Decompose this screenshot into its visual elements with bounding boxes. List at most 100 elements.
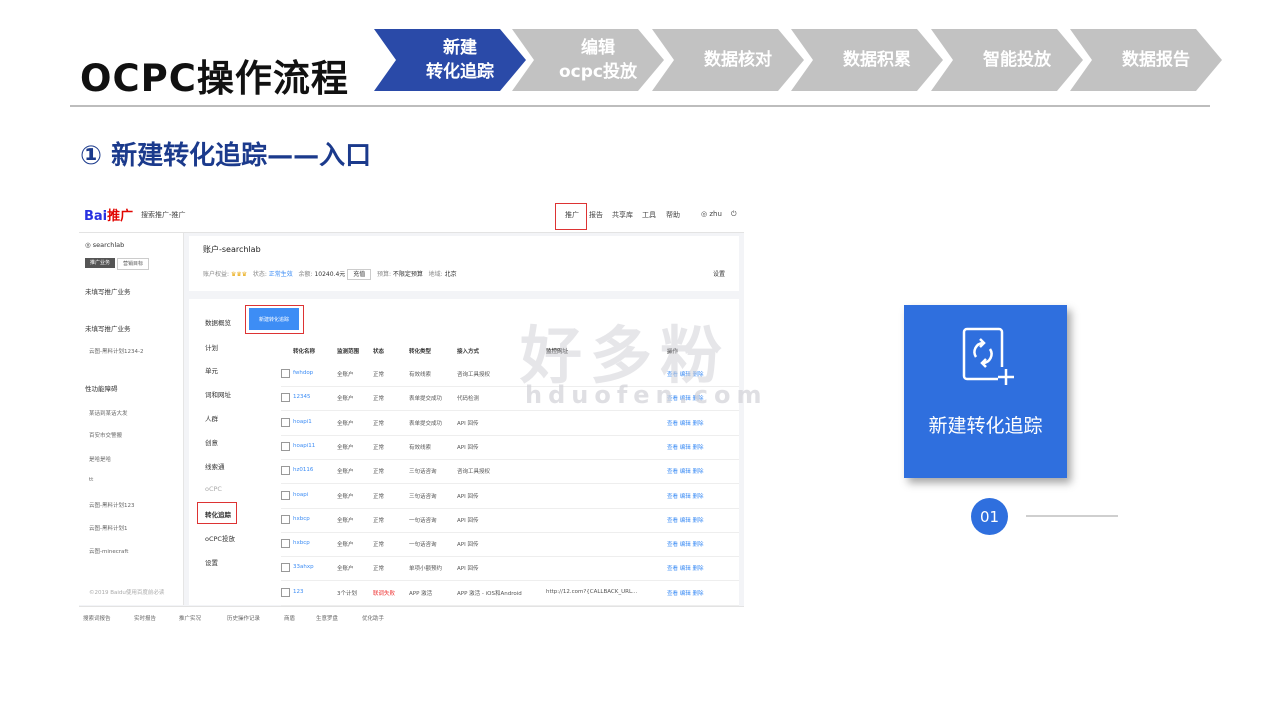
cell-name[interactable]: hxbcp [293,540,310,546]
row-checkbox[interactable] [281,587,290,597]
cell-ops[interactable]: 查看 编辑 删除 [667,419,704,427]
cell-type: 有效线索 [409,444,432,451]
baidu-console-screenshot: Bai推广 搜索推广-推广 推广 报告 共享库 工具 帮助 ◎ zhu ⏻ ◎ … [79,196,744,628]
row-checkbox[interactable] [281,369,290,378]
sidebar-item-8[interactable]: 云图-黑料计划123 [89,501,134,509]
sidebar-item-6[interactable]: 是哈是哈 [89,455,111,463]
row-checkbox[interactable] [281,466,290,476]
leftnav-ocpc[interactable]: oCPC [205,485,222,493]
th-type: 转化类型 [409,349,432,355]
power-icon[interactable]: ⏻ [731,210,737,219]
leftnav-plan[interactable]: 计划 [205,342,218,352]
cell-scope: 全账户 [337,444,354,451]
step-5-label: 智能投放 [983,50,1051,70]
cell-ops[interactable]: 查看 编辑 删除 [667,564,704,572]
settings-link[interactable]: 设置 [713,269,725,278]
nav-help[interactable]: 帮助 [666,210,680,220]
cell-name[interactable]: hxbcp [293,516,310,522]
cell-method: API 回传 [457,493,479,500]
cell-ops[interactable]: 查看 编辑 删除 [667,540,704,548]
table-row: 33ahxp 全账户 正常 单项小额预约 API 回传 查看 编辑 删除 [281,556,739,582]
cell-ops[interactable]: 查看 编辑 删除 [667,516,704,524]
sidebar-footer: ©2019 Baidu使用百度前必读 [89,590,165,596]
cell-status: 正常 [373,444,385,451]
leftnav-creative[interactable]: 创意 [205,437,218,447]
cell-name[interactable]: 33ahxp [293,564,314,570]
sidebar-item-9[interactable]: 云图-黑料计划1 [89,524,127,532]
cell-scope: 全账户 [337,566,354,573]
leftnav-ocpc-delivery[interactable]: oCPC投放 [205,533,235,543]
cell-type: 三句话咨询 [409,469,437,476]
leftnav-audience[interactable]: 人群 [205,413,218,423]
console-footer: 搜索词报告 实时报告 推广实况 历史操作记录 商盾 生意罗盘 优化助手 [79,606,744,628]
row-checkbox[interactable] [281,563,290,573]
footer-item-4[interactable]: 商盾 [284,614,295,622]
cell-method: APP 激活 - iOS和Android [457,590,522,597]
badge-line [1026,515,1118,517]
highlight-box-nav [555,203,587,230]
sidebar-item-1[interactable]: 未填写推广业务 [85,323,131,333]
sidebar-item-7[interactable]: tt [89,477,93,483]
footer-item-6[interactable]: 优化助手 [362,614,384,622]
cell-status: 正常 [373,469,385,476]
refresh-plus-icon [962,327,1014,385]
cell-name[interactable]: 123 [293,589,304,595]
leftnav-leads[interactable]: 线索通 [205,461,225,471]
row-checkbox[interactable] [281,490,290,500]
cell-type: 表单提交成功 [409,420,443,427]
sidebar-item-5[interactable]: 百安市交警搬 [89,431,122,439]
sidebar-item-2[interactable]: 云图-黑料计划1234-2 [89,347,143,355]
nav-tools[interactable]: 工具 [642,210,656,220]
cell-scope: 全账户 [337,542,354,549]
console-sidebar: ◎ searchlab 推广业务 营销目标 未填写推广业务 未填写推广业务 云图… [79,233,184,605]
cell-type: 三句话咨询 [409,493,437,500]
footer-item-2[interactable]: 推广实况 [179,614,201,622]
baidu-logo: Bai推广 [84,209,134,224]
nav-report[interactable]: 报告 [589,210,603,220]
cell-ops[interactable]: 查看 编辑 删除 [667,589,704,597]
footer-item-3[interactable]: 历史操作记录 [227,614,260,622]
sidebar-item-4[interactable]: 某话到某话大发 [89,409,128,417]
footer-item-5[interactable]: 生意罗盘 [316,614,338,622]
cell-ops[interactable]: 查看 编辑 删除 [667,467,704,475]
sidebar-item-10[interactable]: 云图-minecraft [89,547,128,555]
row-checkbox[interactable] [281,514,290,524]
cell-name[interactable]: hoapi1 [293,419,312,425]
row-checkbox[interactable] [281,441,290,451]
footer-item-1[interactable]: 实时报告 [134,614,156,622]
step-2: 编辑 ocpc投放 [512,29,664,91]
cell-name[interactable]: fwhdop [293,370,313,376]
leftnav-overview[interactable]: 数据概览 [205,317,231,327]
cell-scope: 全账户 [337,372,354,378]
cell-name[interactable]: hoapi [293,492,308,498]
cell-status: 正常 [373,420,385,427]
user-menu[interactable]: ◎ zhu [701,210,722,218]
leftnav-unit[interactable]: 单元 [205,365,218,375]
tab-marketing[interactable]: 营销目标 [117,258,149,270]
cell-scope: 全账户 [337,469,354,476]
console-topbar: Bai推广 搜索推广-推广 推广 报告 共享库 工具 帮助 ◎ zhu ⏻ [79,196,744,233]
recharge-button[interactable]: 充值 [347,269,372,280]
cell-name[interactable]: hoapi11 [293,443,315,449]
tab-business[interactable]: 推广业务 [85,258,115,268]
cell-type: 单项小额预约 [409,566,443,573]
row-checkbox[interactable] [281,393,290,403]
cell-name[interactable]: hz0116 [293,467,313,473]
account-summary: 账户-searchlab 账户权益: ♛♛♛ 状态: 正常生效 余额: 1024… [189,236,739,291]
leftnav-keywords[interactable]: 词和网址 [205,389,231,399]
sidebar-item-0[interactable]: 未填写推广业务 [85,286,131,296]
footer-item-0[interactable]: 搜索词报告 [83,614,111,622]
cell-name[interactable]: 12345 [293,394,311,400]
cell-method: API 回传 [457,420,479,427]
nav-shared-library[interactable]: 共享库 [612,210,633,220]
leftnav-settings[interactable]: 设置 [205,557,218,567]
sidebar-item-3[interactable]: 性功能障碍 [85,383,118,393]
row-checkbox[interactable] [281,417,290,427]
cell-ops[interactable]: 查看 编辑 删除 [667,443,704,451]
cell-status: 正常 [373,542,385,549]
cell-ops[interactable]: 查看 编辑 删除 [667,492,704,500]
cell-type: 有效线索 [409,372,432,378]
cell-scope: 3个计划 [337,590,357,597]
row-checkbox[interactable] [281,539,290,549]
new-conversion-tracking-card[interactable]: 新建转化追踪 [904,305,1067,478]
